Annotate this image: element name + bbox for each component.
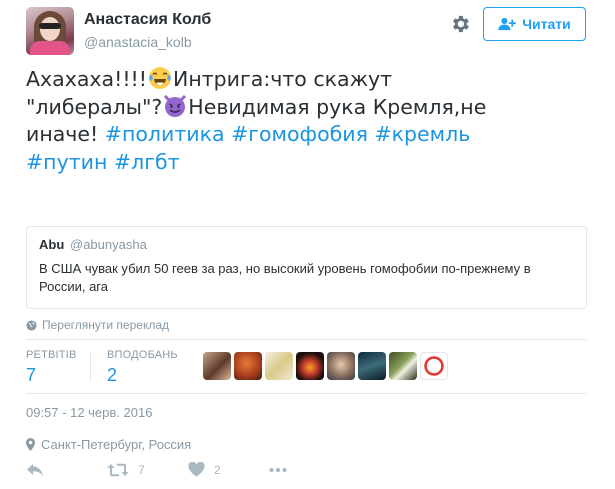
likes-label: ВПОДОБАНЬ [107,349,178,361]
liker-avatar[interactable] [265,352,293,380]
hashtag-link[interactable]: #кремль [374,122,470,146]
retweet-icon [107,463,129,476]
quoted-author-name: Abu [39,237,65,252]
tweet-text-part: "либералы"? [26,94,163,119]
liker-avatar[interactable] [420,352,448,380]
hashtag-link[interactable]: #лгбт [114,150,180,174]
quoted-tweet[interactable]: Abu @abunyasha В США чувак убил 50 геев … [26,226,587,309]
smiling-imp-icon [164,94,187,117]
more-button[interactable] [269,467,287,473]
quoted-tweet-text: В США чувак убил 50 геев за раз, но высо… [39,261,531,294]
tweet-text-part: Невидимая рука Кремля,не [188,94,487,119]
quoted-author-handle: @abunyasha [70,237,147,252]
location-pin-icon [26,438,35,451]
location-label: Санкт-Петербург, Россия [41,437,192,452]
retweets-stat[interactable]: РЕТВІТІВ 7 [26,349,77,386]
gear-icon[interactable] [449,13,471,35]
follow-button[interactable]: Читати [483,7,586,41]
retweets-label: РЕТВІТІВ [26,349,77,361]
likes-value: 2 [107,365,118,385]
tweet-timestamp[interactable]: 09:57 - 12 черв. 2016 [26,405,152,420]
liker-avatar[interactable] [203,352,231,380]
like-count: 2 [214,462,221,477]
author-display-name[interactable]: Анастасия Колб [84,11,211,29]
reply-icon [27,463,43,476]
tweet-text: Ахахаха!!!! Интрига:что скажут "либералы… [26,66,596,176]
tweet-text-part: Ахахаха!!!! [26,67,147,91]
retweet-button[interactable]: 7 [107,463,188,477]
liker-avatar[interactable] [389,352,417,380]
divider [26,339,587,340]
reply-button[interactable] [26,463,107,477]
like-button[interactable]: 2 [188,462,269,477]
hashtag-link[interactable]: #политика [105,122,225,146]
divider [26,393,587,394]
retweets-value: 7 [26,365,37,385]
liker-avatar[interactable] [358,352,386,380]
tweet-actions: 7 2 [26,462,287,477]
face-with-tears-of-joy-icon [148,67,171,89]
translate-label: Переглянути переклад [42,318,170,332]
author-handle[interactable]: @anastacia_kolb [84,34,192,50]
more-dots-icon [269,467,287,472]
likes-stat[interactable]: ВПОДОБАНЬ 2 [107,349,178,386]
translate-link[interactable]: Переглянути переклад [26,318,169,332]
liker-avatars [203,352,448,380]
tweet-text-part: иначе! [26,122,99,147]
heart-icon [188,462,205,477]
stat-separator [90,352,91,382]
hashtag-link[interactable]: #путин [26,150,107,174]
avatar[interactable] [26,7,74,55]
liker-avatar[interactable] [234,352,262,380]
retweet-count: 7 [138,462,145,477]
globe-icon [26,319,37,331]
tweet-text-part: Интрига:что скажут [172,67,393,91]
tweet-location[interactable]: Санкт-Петербург, Россия [26,437,191,452]
hashtag-link[interactable]: #гомофобия [231,122,368,146]
follow-button-label: Читати [522,16,571,32]
add-user-icon [498,17,516,31]
liker-avatar[interactable] [327,352,355,380]
liker-avatar[interactable] [296,352,324,380]
